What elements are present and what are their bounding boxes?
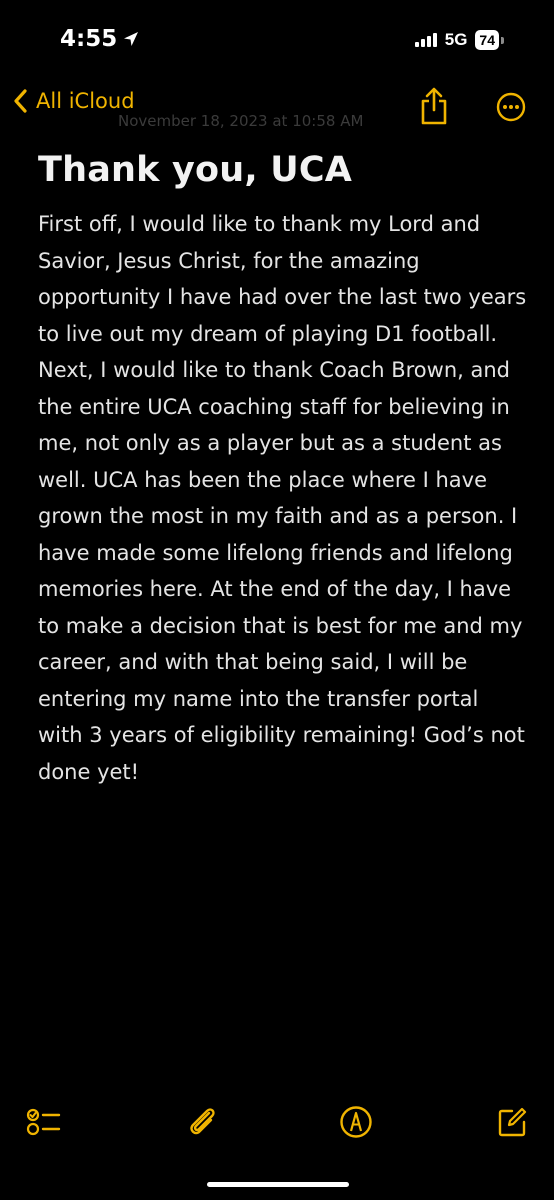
- markup-icon: [340, 1106, 372, 1138]
- share-button[interactable]: [418, 86, 450, 126]
- back-button[interactable]: All iCloud: [12, 88, 135, 114]
- chevron-left-icon: [14, 89, 27, 113]
- share-icon: [421, 87, 447, 125]
- attachment-button[interactable]: [182, 1102, 222, 1142]
- compose-icon: [498, 1107, 527, 1137]
- status-time: 4:55: [60, 26, 118, 52]
- back-button-label: All iCloud: [36, 89, 135, 113]
- checklist-icon: [26, 1108, 61, 1136]
- bottom-toolbar: [0, 1100, 554, 1144]
- status-time-group: 4:55: [60, 26, 140, 52]
- ellipsis-circle-icon: [496, 92, 526, 122]
- status-indicators: 5G 74: [414, 30, 504, 50]
- note-body[interactable]: First off, I would like to thank my Lord…: [38, 206, 528, 790]
- battery-icon: 74: [475, 30, 504, 50]
- checklist-button[interactable]: [24, 1102, 64, 1142]
- battery-level: 74: [475, 30, 499, 50]
- battery-tip: [501, 36, 504, 44]
- more-options-button[interactable]: [496, 92, 526, 122]
- cellular-signal-icon: [414, 33, 437, 47]
- note-date: November 18, 2023 at 10:58 AM: [118, 112, 364, 130]
- status-bar: 4:55 5G 74: [0, 0, 554, 80]
- markup-button[interactable]: [336, 1102, 376, 1142]
- compose-button[interactable]: [492, 1102, 532, 1142]
- note-title[interactable]: Thank you, UCA: [38, 150, 352, 190]
- home-indicator[interactable]: [207, 1182, 349, 1187]
- navigation-bar: November 18, 2023 at 10:58 AM All iCloud: [0, 82, 554, 132]
- paperclip-icon: [190, 1108, 215, 1135]
- network-type: 5G: [444, 30, 468, 49]
- location-arrow-icon: [124, 32, 139, 46]
